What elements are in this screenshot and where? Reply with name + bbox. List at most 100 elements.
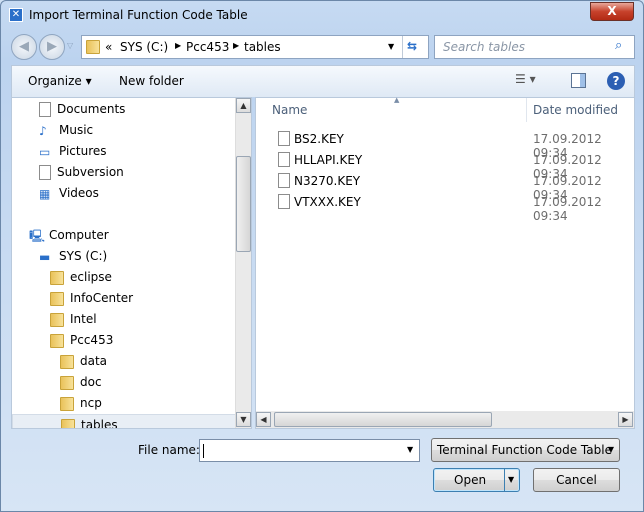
computer-icon: 🖳 — [29, 228, 46, 243]
file-row[interactable]: N3270.KEY 17.09.2012 09:34 — [256, 171, 634, 202]
folder-icon — [50, 270, 64, 285]
subversion-icon — [39, 165, 51, 180]
search-input[interactable]: Search tables — [434, 35, 635, 59]
tree-item-label: Pcc453 — [70, 333, 114, 347]
sort-ascending-icon: ▲ — [394, 96, 400, 104]
view-options-icon[interactable]: ☰ ▾ — [515, 72, 536, 86]
file-icon — [278, 131, 290, 146]
divider — [504, 469, 505, 491]
file-icon — [278, 152, 290, 167]
documents-icon — [39, 102, 51, 117]
new-folder-button[interactable]: New folder — [119, 74, 184, 88]
tree-scrollbar[interactable]: ▲ ▼ — [235, 98, 251, 428]
window-title: Import Terminal Function Code Table — [29, 8, 248, 22]
address-bar[interactable]: « SYS (C:) ▶ Pcc453 ▶ tables ▼ ⇆ — [81, 35, 429, 59]
file-name: HLLAPI.KEY — [294, 153, 363, 167]
folder-icon — [61, 418, 75, 428]
recent-pages-icon[interactable]: ▽ — [67, 41, 73, 50]
tree-item-subversion[interactable]: Subversion — [39, 162, 124, 182]
breadcrumb-pcc453[interactable]: Pcc453 — [186, 40, 229, 54]
tree-item-infocenter[interactable]: InfoCenter — [50, 288, 133, 308]
file-row[interactable]: BS2.KEY 17.09.2012 09:34 — [256, 129, 634, 160]
file-list: Name ▲ Date modified BS2.KEY 17.09.2012 … — [255, 96, 635, 429]
tree-item-eclipse[interactable]: eclipse — [50, 267, 112, 287]
tree-item-label: data — [80, 354, 108, 368]
file-row[interactable]: VTXXX.KEY 17.09.2012 09:34 — [256, 192, 634, 223]
chevron-right-icon[interactable]: ▶ — [233, 41, 239, 50]
tree-item-label: Intel — [70, 312, 97, 326]
chevron-down-icon[interactable]: ▼ — [388, 42, 394, 51]
videos-icon: ▦ — [39, 186, 51, 201]
file-name: BS2.KEY — [294, 132, 344, 146]
tree-item-videos[interactable]: ▦ Videos — [39, 183, 99, 203]
file-name: N3270.KEY — [294, 174, 361, 188]
scroll-down-button[interactable]: ▼ — [236, 412, 251, 427]
tree-item-sys-c-[interactable]: ▬ SYS (C:) — [39, 246, 107, 266]
column-header-name[interactable]: Name — [272, 103, 307, 117]
chevron-right-icon[interactable]: ▶ — [175, 41, 181, 50]
search-icon[interactable]: ⌕ — [615, 38, 622, 53]
folder-icon — [50, 291, 64, 306]
tree-item-label: tables — [81, 418, 118, 429]
breadcrumb-tables[interactable]: tables — [244, 40, 281, 54]
preview-pane-icon[interactable] — [571, 73, 586, 88]
tree-item-documents[interactable]: Documents — [39, 99, 125, 119]
column-divider[interactable] — [526, 98, 527, 122]
music-icon: ♪ — [39, 123, 47, 138]
chevron-down-icon[interactable]: ▼ — [407, 445, 413, 454]
scroll-thumb[interactable] — [236, 156, 251, 252]
pictures-icon: ▭ — [39, 144, 51, 159]
forward-button[interactable]: ▶ — [39, 34, 65, 60]
divider — [402, 36, 403, 58]
app-icon: ✕ — [9, 8, 23, 22]
column-header-date-modified[interactable]: Date modified — [533, 103, 618, 117]
tree-item-label: Documents — [57, 102, 126, 116]
tree-item-pictures[interactable]: ▭ Pictures — [39, 141, 107, 161]
tree-item-music[interactable]: ♪ Music — [39, 120, 93, 140]
toolbar: Organize ▾ New folder ☰ ▾ ? — [11, 65, 635, 97]
folder-icon — [50, 333, 64, 348]
folder-icon — [86, 40, 100, 54]
folder-icon — [50, 312, 64, 327]
file-type-value: Terminal Function Code Table — [437, 443, 612, 457]
open-options-dropdown[interactable]: ▼ — [508, 469, 514, 491]
close-button[interactable]: X — [590, 2, 634, 21]
drive-icon: ▬ — [39, 249, 51, 264]
file-name-input[interactable]: ▼ — [199, 439, 420, 462]
tree-item-data[interactable]: data — [60, 351, 107, 371]
open-label: Open — [454, 473, 487, 487]
folder-icon — [60, 396, 74, 411]
scroll-left-button[interactable]: ◀ — [256, 412, 271, 427]
scroll-right-button[interactable]: ▶ — [618, 412, 633, 427]
folder-icon — [60, 375, 74, 390]
tree-item-pcc453[interactable]: Pcc453 — [50, 330, 113, 350]
file-icon — [278, 194, 290, 209]
cancel-button[interactable]: Cancel — [533, 468, 620, 492]
tree-item-ncp[interactable]: ncp — [60, 393, 102, 413]
scroll-thumb[interactable] — [274, 412, 492, 427]
back-button[interactable]: ◀ — [11, 34, 37, 60]
tree-item-label: ncp — [80, 396, 102, 410]
open-button[interactable]: Open ▼ — [433, 468, 520, 492]
organize-button[interactable]: Organize ▾ — [28, 74, 92, 88]
file-icon — [278, 173, 290, 188]
file-type-select[interactable]: Terminal Function Code Table ▼ — [431, 438, 620, 462]
tree-item-intel[interactable]: Intel — [50, 309, 97, 329]
tree-item-label: InfoCenter — [70, 291, 134, 305]
tree-item-computer[interactable]: 🖳 Computer — [29, 225, 109, 245]
help-icon[interactable]: ? — [607, 72, 625, 90]
tree-item-label: Music — [59, 123, 94, 137]
breadcrumb-sys[interactable]: SYS (C:) — [120, 40, 168, 54]
text-cursor — [203, 444, 204, 458]
file-row[interactable]: HLLAPI.KEY 17.09.2012 09:34 — [256, 150, 634, 181]
refresh-icon[interactable]: ⇆ — [407, 39, 417, 53]
folder-icon — [60, 354, 74, 369]
breadcrumb-overflow[interactable]: « — [105, 40, 112, 54]
file-date: 17.09.2012 09:34 — [533, 195, 602, 223]
horizontal-scrollbar[interactable]: ◀ ▶ — [256, 411, 634, 428]
tree-item-tables[interactable]: tables — [12, 414, 236, 429]
scroll-up-button[interactable]: ▲ — [236, 98, 251, 113]
tree-item-doc[interactable]: doc — [60, 372, 102, 392]
tree-item-label: Videos — [59, 186, 99, 200]
tree-item-label: SYS (C:) — [59, 249, 108, 263]
